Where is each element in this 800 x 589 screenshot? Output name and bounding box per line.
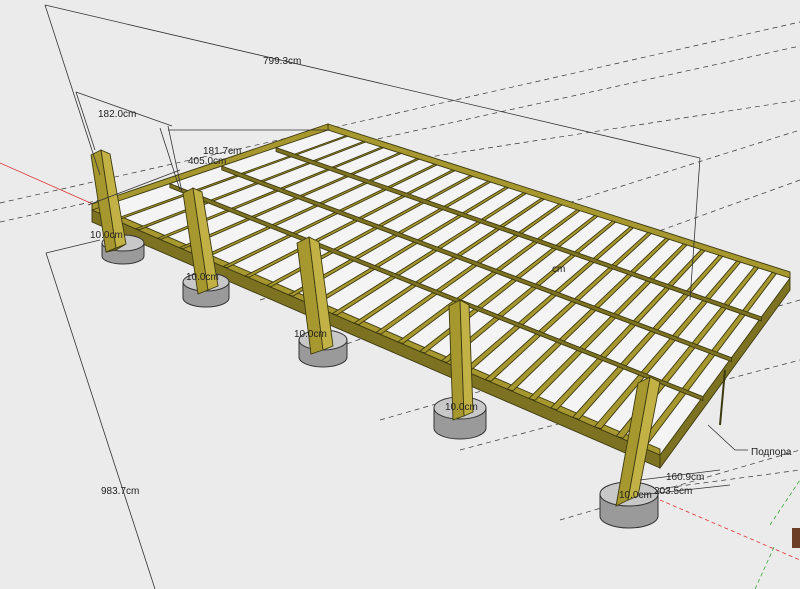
dim-end-short: 160.9cm — [666, 472, 704, 483]
dim-half-length: 405.0cm — [188, 156, 226, 167]
support-label: Подпора — [751, 447, 792, 458]
scene-marker — [792, 528, 800, 548]
dim-post-3: 10.0cm — [294, 329, 327, 340]
dim-mid: cm — [552, 264, 565, 275]
sketchup-viewport[interactable]: 799.3cm 182.0cm 181.7cm 405.0cm 983.7cm … — [0, 0, 800, 589]
support-leader — [707, 424, 748, 451]
dim-post-4: 10.0cm — [445, 402, 478, 413]
dim-post-2: 10.0cm — [186, 272, 219, 283]
dim-overall-width: 983.7cm — [101, 486, 139, 497]
dim-overall-length: 799.3cm — [263, 56, 301, 67]
dim-post-5: 10.0cm — [619, 490, 652, 501]
dim-end-long: 203.5cm — [654, 486, 692, 497]
dim-span-a: 182.0cm — [98, 109, 136, 120]
dim-post-1: 10.0cm — [90, 230, 123, 241]
